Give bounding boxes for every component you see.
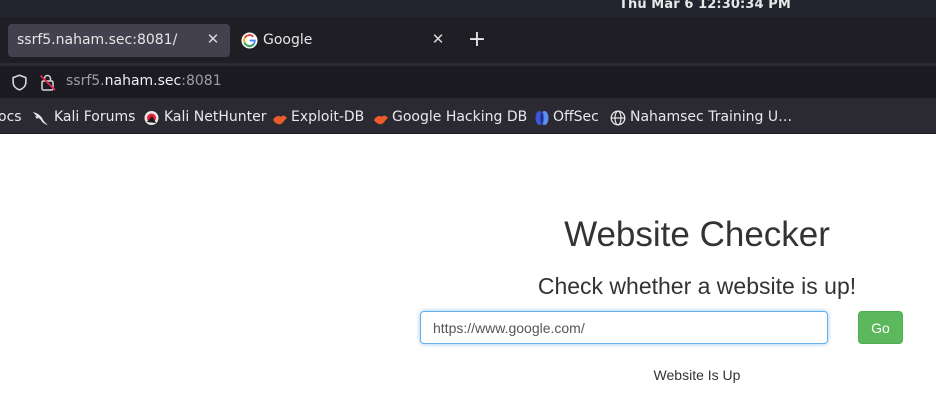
bookmark-kali-forums[interactable]: Kali Forums (32, 109, 136, 127)
bookmark-label: ocs (0, 109, 22, 125)
bookmark-exploit-db[interactable]: Exploit-DB (272, 109, 364, 127)
os-top-bar: Thu Mar 6 12:30:34 PM (0, 0, 936, 17)
bookmark-docs[interactable]: ocs (0, 109, 26, 127)
exploit-db-icon (273, 115, 287, 125)
status-message: Website Is Up (653, 367, 741, 383)
bookmark-google-hacking-db[interactable]: Google Hacking DB (373, 109, 528, 127)
ghdb-icon (374, 115, 388, 125)
go-button[interactable]: Go (858, 311, 903, 344)
tracking-shield-icon[interactable] (11, 74, 28, 91)
bookmark-label: Google Hacking DB (392, 109, 528, 125)
bookmark-kali-nethunter[interactable]: Kali NetHunter (143, 109, 267, 127)
url-port: :8081 (181, 73, 222, 89)
nav-toolbar: ssrf5.naham.sec:8081 (0, 63, 936, 101)
address-bar[interactable]: ssrf5.naham.sec:8081 (0, 66, 936, 98)
os-clock[interactable]: Thu Mar 6 12:30:34 PM (619, 0, 791, 12)
url-text[interactable]: ssrf5.naham.sec:8081 (66, 73, 222, 89)
page-subtitle: Check whether a website is up! (537, 273, 857, 299)
new-tab-button[interactable]: + (466, 27, 488, 53)
bookmark-label: Exploit-DB (291, 109, 365, 125)
tab-ssrf5[interactable]: ssrf5.naham.sec:8081/ ✕ (8, 24, 230, 57)
bookmark-label: Nahamsec Training U… (630, 109, 793, 125)
globe-icon (610, 110, 626, 126)
tab-title: ssrf5.naham.sec:8081/ (17, 32, 178, 48)
page-title: Website Checker (564, 215, 830, 254)
nethunter-icon (144, 111, 159, 125)
kali-dragon-icon (33, 112, 48, 125)
offsec-icon (535, 111, 549, 125)
tab-title: Google (263, 32, 313, 48)
tab-strip: ssrf5.naham.sec:8081/ ✕ Google ✕ + (0, 17, 936, 63)
bookmark-nahamsec-training[interactable]: Nahamsec Training U… (610, 109, 793, 127)
bookmark-label: Kali NetHunter (164, 109, 267, 125)
bookmark-label: Kali Forums (54, 109, 136, 125)
bookmarks-bar: ocs Kali Forums Kali NetHunter Exploit-D… (0, 101, 936, 134)
google-g-icon (241, 32, 258, 49)
insecure-lock-icon[interactable] (39, 73, 57, 92)
url-subdomain: ssrf5. (66, 73, 105, 89)
bookmark-label: OffSec (553, 109, 599, 125)
bookmark-offsec[interactable]: OffSec (534, 109, 602, 127)
tab-google[interactable]: Google ✕ (232, 24, 454, 57)
website-url-input[interactable] (420, 311, 828, 344)
close-tab-icon[interactable]: ✕ (203, 29, 223, 49)
url-domain: naham.sec (104, 73, 182, 89)
close-tab-icon[interactable]: ✕ (428, 29, 448, 49)
